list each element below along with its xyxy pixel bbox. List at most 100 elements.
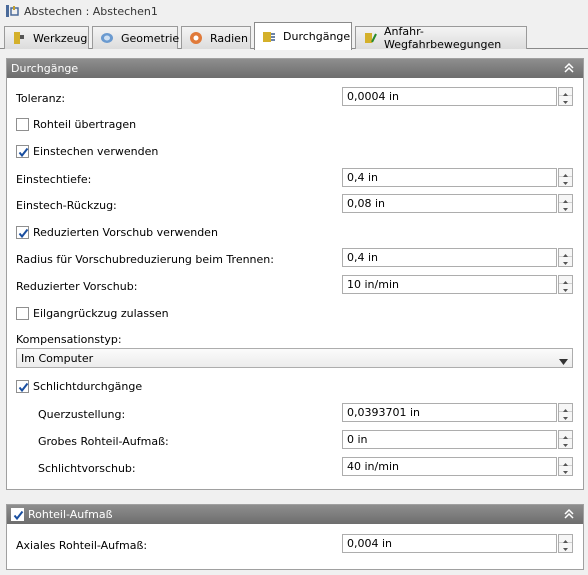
rough-stock-spinner[interactable] bbox=[558, 430, 573, 449]
tab-label: Werkzeug bbox=[33, 31, 88, 45]
rough-stock-field[interactable]: 0 in bbox=[342, 430, 557, 449]
spin-down-icon[interactable] bbox=[559, 97, 572, 105]
reduced-feedrate-spinner[interactable] bbox=[558, 275, 573, 294]
compensation-label: Kompensationstyp: bbox=[16, 332, 122, 346]
spin-up-icon[interactable] bbox=[559, 169, 572, 177]
groove-retract-row: Einstech-Rückzug: bbox=[16, 197, 117, 213]
tab-label: Geometrie bbox=[121, 31, 180, 45]
axial-stock-row: Axiales Rohteil-Aufmaß: bbox=[16, 537, 147, 553]
stock-transfer-checkbox[interactable] bbox=[16, 117, 29, 131]
rapid-retract-label: Eilgangrückzug zulassen bbox=[33, 306, 169, 320]
finish-feed-field[interactable]: 40 in/min bbox=[342, 457, 557, 476]
stock-transfer-row[interactable]: Rohteil übertragen bbox=[16, 116, 136, 132]
use-grooving-row[interactable]: Einstechen verwenden bbox=[16, 143, 158, 159]
compensation-dropdown[interactable]: Im Computer bbox=[16, 348, 573, 368]
reduced-feedrate-label: Reduzierter Vorschub: bbox=[16, 279, 138, 293]
section-title: Rohteil-Aufmaß bbox=[28, 508, 113, 521]
finish-feed-row: Schlichtvorschub: bbox=[38, 460, 136, 476]
spin-down-icon[interactable] bbox=[559, 544, 572, 552]
axial-stock-label: Axiales Rohteil-Aufmaß: bbox=[16, 538, 148, 552]
compensation-label-row: Kompensationstyp: bbox=[16, 331, 122, 347]
reduced-feedrate-field[interactable]: 10 in/min bbox=[342, 275, 557, 294]
finishing-label: Schlichtdurchgänge bbox=[33, 379, 143, 393]
operation-icon bbox=[4, 3, 20, 19]
groove-depth-row: Einstechtiefe: bbox=[16, 171, 91, 187]
reduction-radius-field[interactable]: 0,4 in bbox=[342, 248, 557, 267]
stock-section-checkbox[interactable] bbox=[11, 508, 24, 521]
stepover-row: Querzustellung: bbox=[38, 406, 125, 422]
reduction-radius-row: Radius für Vorschubreduzierung beim Tren… bbox=[16, 251, 274, 267]
finish-feed-spinner[interactable] bbox=[558, 457, 573, 476]
stepover-label: Querzustellung: bbox=[38, 407, 126, 421]
tolerance-label: Toleranz: bbox=[16, 91, 66, 105]
tool-icon bbox=[11, 30, 27, 46]
tab-anfahr-wegfahr[interactable]: Anfahr-Wegfahrbewegungen bbox=[355, 25, 527, 51]
spin-down-icon[interactable] bbox=[559, 467, 572, 475]
tab-bar: Werkzeug Geometrie Radien Durchgänge Anf… bbox=[0, 22, 588, 51]
groove-depth-label: Einstechtiefe: bbox=[16, 172, 92, 186]
reduction-radius-spinner[interactable] bbox=[558, 248, 573, 267]
groove-retract-label: Einstech-Rückzug: bbox=[16, 198, 117, 212]
tab-geometrie[interactable]: Geometrie bbox=[92, 26, 180, 49]
geometry-icon bbox=[99, 30, 115, 46]
tolerance-row: Toleranz: bbox=[16, 90, 65, 106]
spin-up-icon[interactable] bbox=[559, 404, 572, 412]
stock-section-header[interactable]: Rohteil-Aufmaß bbox=[7, 505, 583, 524]
tab-label: Durchgänge bbox=[283, 30, 351, 43]
reduction-radius-label: Radius für Vorschubreduzierung beim Tren… bbox=[16, 252, 274, 266]
compensation-value: Im Computer bbox=[21, 351, 94, 365]
groove-retract-field[interactable]: 0,08 in bbox=[342, 194, 557, 213]
spin-up-icon[interactable] bbox=[559, 535, 572, 543]
rough-stock-row: Grobes Rohteil-Aufmaß: bbox=[38, 433, 169, 449]
spin-down-icon[interactable] bbox=[559, 258, 572, 266]
stepover-field[interactable]: 0,0393701 in bbox=[342, 403, 557, 422]
title-bar: Abstechen : Abstechen1 bbox=[0, 0, 588, 22]
spin-up-icon[interactable] bbox=[559, 276, 572, 284]
reduced-feed-label: Reduzierten Vorschub verwenden bbox=[33, 225, 218, 239]
spin-up-icon[interactable] bbox=[559, 195, 572, 203]
spin-up-icon[interactable] bbox=[559, 458, 572, 466]
use-grooving-label: Einstechen verwenden bbox=[33, 144, 159, 158]
spin-up-icon[interactable] bbox=[559, 88, 572, 96]
use-grooving-checkbox[interactable] bbox=[16, 144, 29, 158]
reduced-feed-row[interactable]: Reduzierten Vorschub verwenden bbox=[16, 224, 218, 240]
window-title: Abstechen : Abstechen1 bbox=[24, 4, 158, 18]
linking-icon bbox=[362, 30, 378, 46]
radius-icon bbox=[188, 30, 204, 46]
passes-section-header[interactable]: Durchgänge bbox=[7, 59, 583, 78]
spin-down-icon[interactable] bbox=[559, 413, 572, 421]
groove-depth-field[interactable]: 0,4 in bbox=[342, 168, 557, 187]
reduced-feedrate-row: Reduzierter Vorschub: bbox=[16, 278, 137, 294]
chevron-down-icon[interactable] bbox=[559, 355, 568, 365]
finish-feed-label: Schlichtvorschub: bbox=[38, 461, 136, 475]
section-title: Durchgänge bbox=[11, 62, 79, 75]
groove-depth-spinner[interactable] bbox=[558, 168, 573, 187]
stepover-spinner[interactable] bbox=[558, 403, 573, 422]
tab-label: Radien bbox=[210, 31, 248, 45]
rapid-retract-row[interactable]: Eilgangrückzug zulassen bbox=[16, 305, 169, 321]
tab-durchgaenge[interactable]: Durchgänge bbox=[254, 22, 352, 50]
rapid-retract-checkbox[interactable] bbox=[16, 306, 29, 320]
axial-stock-field[interactable]: 0,004 in bbox=[342, 534, 557, 553]
spin-down-icon[interactable] bbox=[559, 285, 572, 293]
tab-werkzeug[interactable]: Werkzeug bbox=[4, 26, 89, 49]
rough-stock-label: Grobes Rohteil-Aufmaß: bbox=[38, 434, 169, 448]
spin-down-icon[interactable] bbox=[559, 204, 572, 212]
tolerance-field[interactable]: 0,0004 in bbox=[342, 87, 557, 106]
finishing-row[interactable]: Schlichtdurchgänge bbox=[16, 378, 142, 394]
spin-up-icon[interactable] bbox=[559, 249, 572, 257]
reduced-feed-checkbox[interactable] bbox=[16, 225, 29, 239]
spin-down-icon[interactable] bbox=[559, 178, 572, 186]
axial-stock-spinner[interactable] bbox=[558, 534, 573, 553]
groove-retract-spinner[interactable] bbox=[558, 194, 573, 213]
passes-icon bbox=[261, 29, 277, 45]
collapse-icon[interactable] bbox=[563, 62, 575, 74]
finishing-checkbox[interactable] bbox=[16, 379, 29, 393]
tab-radien[interactable]: Radien bbox=[181, 26, 251, 49]
collapse-icon[interactable] bbox=[563, 508, 575, 520]
stock-transfer-label: Rohteil übertragen bbox=[33, 117, 137, 131]
spin-down-icon[interactable] bbox=[559, 440, 572, 448]
tolerance-spinner[interactable] bbox=[558, 87, 573, 106]
spin-up-icon[interactable] bbox=[559, 431, 572, 439]
tab-label: Anfahr-Wegfahrbewegungen bbox=[384, 25, 502, 51]
